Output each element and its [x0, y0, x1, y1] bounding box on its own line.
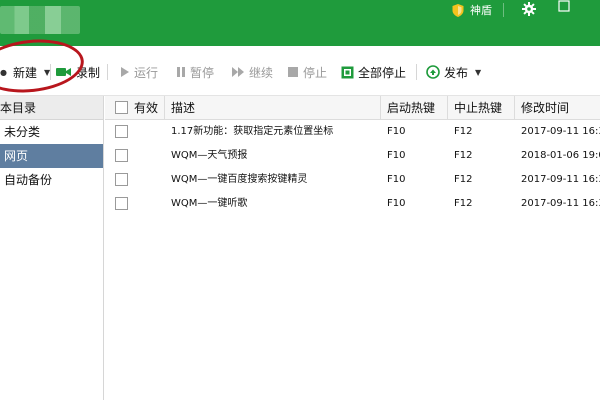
window-control-icon[interactable]: [558, 0, 570, 12]
bullet-icon: ●: [0, 67, 7, 77]
sidebar-header: 本目录: [0, 96, 103, 120]
stop-label: 停止: [303, 65, 328, 80]
table-row[interactable]: WQM—天气预报 F10 F12 2018-01-06 19:0: [105, 144, 600, 168]
pause-icon: [177, 67, 185, 77]
continue-label: 继续: [249, 65, 274, 80]
select-all-checkbox[interactable]: [115, 101, 128, 114]
gear-icon[interactable]: [522, 2, 536, 16]
toolbar-separator: [416, 64, 417, 80]
stop-all-icon: [341, 66, 354, 78]
shield-icon: [452, 3, 464, 17]
script-table: 有效 描述 启动热键 中止热键 修改时间 1.17新功能：获取指定元素位置坐标 …: [105, 96, 600, 400]
column-header-stop-hotkey[interactable]: 中止热键: [448, 96, 515, 120]
run-label: 运行: [134, 65, 159, 80]
sidebar-item-uncategorized[interactable]: 未分类: [0, 120, 103, 144]
publish-label: 发布: [444, 65, 469, 80]
table-header: 有效 描述 启动热键 中止热键 修改时间: [105, 96, 600, 120]
row-start-hotkey: F10: [387, 174, 406, 185]
row-description: WQM—一键百度搜索按键精灵: [171, 174, 308, 185]
toolbar-separator: [107, 64, 108, 80]
row-stop-hotkey: F12: [454, 174, 473, 185]
row-modified-time: 2018-01-06 19:0: [521, 150, 600, 161]
video-camera-icon: [56, 68, 71, 76]
chevron-down-icon: ▼: [475, 67, 482, 77]
record-label: 录制: [76, 65, 101, 80]
row-checkbox[interactable]: [115, 149, 128, 162]
table-row[interactable]: WQM—一键百度搜索按键精灵 F10 F12 2017-09-11 16:3: [105, 168, 600, 192]
table-row[interactable]: 1.17新功能：获取指定元素位置坐标 F10 F12 2017-09-11 16…: [105, 120, 600, 144]
row-description: WQM—一键听歌: [171, 198, 248, 209]
title-separator: [503, 3, 504, 17]
row-modified-time: 2017-09-11 16:3: [521, 126, 600, 137]
user-shield-button[interactable]: 神盾: [446, 0, 502, 20]
row-stop-hotkey: F12: [454, 150, 473, 161]
run-button[interactable]: 运行: [120, 64, 158, 80]
record-button[interactable]: 录制: [56, 64, 100, 80]
stop-all-label: 全部停止: [358, 65, 407, 80]
play-icon: [121, 67, 129, 77]
row-stop-hotkey: F12: [454, 198, 473, 209]
row-start-hotkey: F10: [387, 198, 406, 209]
row-start-hotkey: F10: [387, 150, 406, 161]
fast-forward-icon: [232, 67, 244, 77]
row-description: WQM—天气预报: [171, 150, 248, 161]
pause-button[interactable]: 暂停: [176, 64, 214, 80]
stop-all-button[interactable]: 全部停止: [341, 64, 406, 80]
stop-button[interactable]: 停止: [287, 64, 327, 80]
row-description: 1.17新功能：获取指定元素位置坐标: [171, 126, 334, 137]
pause-label: 暂停: [190, 65, 215, 80]
row-stop-hotkey: F12: [454, 126, 473, 137]
row-start-hotkey: F10: [387, 126, 406, 137]
row-modified-time: 2017-09-11 16:3: [521, 198, 600, 209]
toolbar-separator: [50, 64, 51, 80]
new-label: 新建: [12, 65, 37, 80]
row-checkbox[interactable]: [115, 125, 128, 138]
sidebar-item-webpage[interactable]: 网页: [0, 144, 103, 168]
new-button[interactable]: ● 新建 ▼: [0, 64, 50, 80]
user-label: 神盾: [470, 4, 492, 17]
column-header-description[interactable]: 描述: [165, 96, 381, 120]
table-row[interactable]: WQM—一键听歌 F10 F12 2017-09-11 16:3: [105, 192, 600, 216]
title-bar: 神盾: [0, 0, 600, 46]
row-checkbox[interactable]: [115, 197, 128, 210]
publish-button[interactable]: 发布 ▼: [426, 64, 481, 80]
row-checkbox[interactable]: [115, 173, 128, 186]
publish-icon: [426, 65, 440, 79]
column-header-start-hotkey[interactable]: 启动热键: [381, 96, 448, 120]
row-modified-time: 2017-09-11 16:3: [521, 174, 600, 185]
column-header-valid[interactable]: 有效: [105, 96, 165, 120]
continue-button[interactable]: 继续: [231, 64, 273, 80]
app-title: [0, 6, 80, 34]
stop-icon: [288, 67, 298, 77]
toolbar: ● 新建 ▼ 录制 运行 暂停 继续 停止 全部停止 发布 ▼: [0, 46, 600, 96]
column-label-valid: 有效: [134, 101, 159, 115]
sidebar: 本目录 未分类 网页 自动备份: [0, 96, 104, 400]
sidebar-item-auto-backup[interactable]: 自动备份: [0, 168, 103, 192]
column-header-modified-time[interactable]: 修改时间: [515, 96, 600, 120]
